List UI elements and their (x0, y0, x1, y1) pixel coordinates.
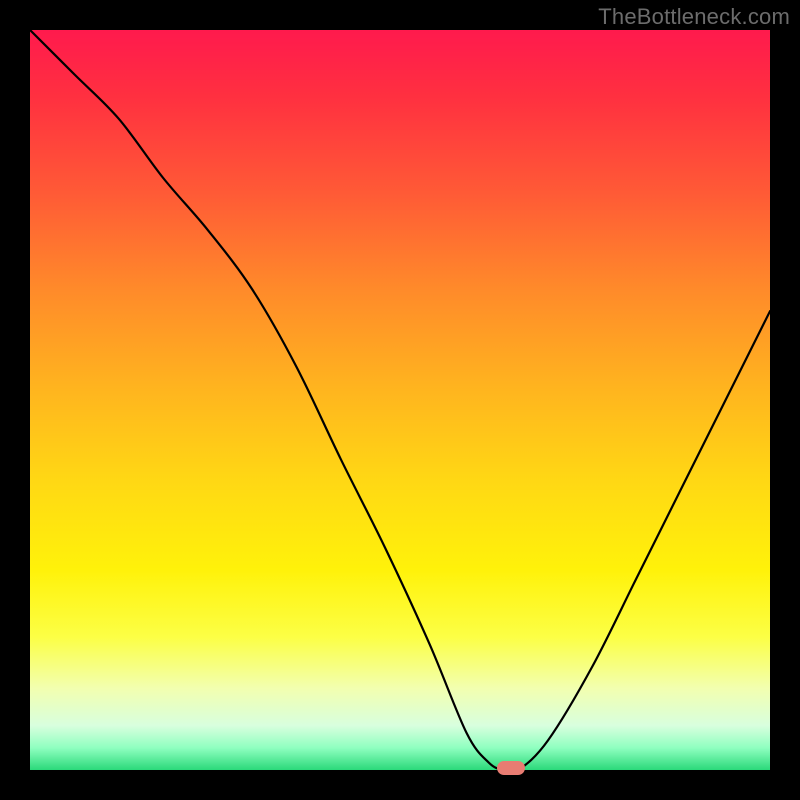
chart-frame: TheBottleneck.com (0, 0, 800, 800)
watermark-label: TheBottleneck.com (598, 4, 790, 30)
plot-area (30, 30, 770, 770)
curve-svg (30, 30, 770, 770)
optimal-marker (497, 761, 525, 775)
bottleneck-curve (30, 30, 770, 770)
